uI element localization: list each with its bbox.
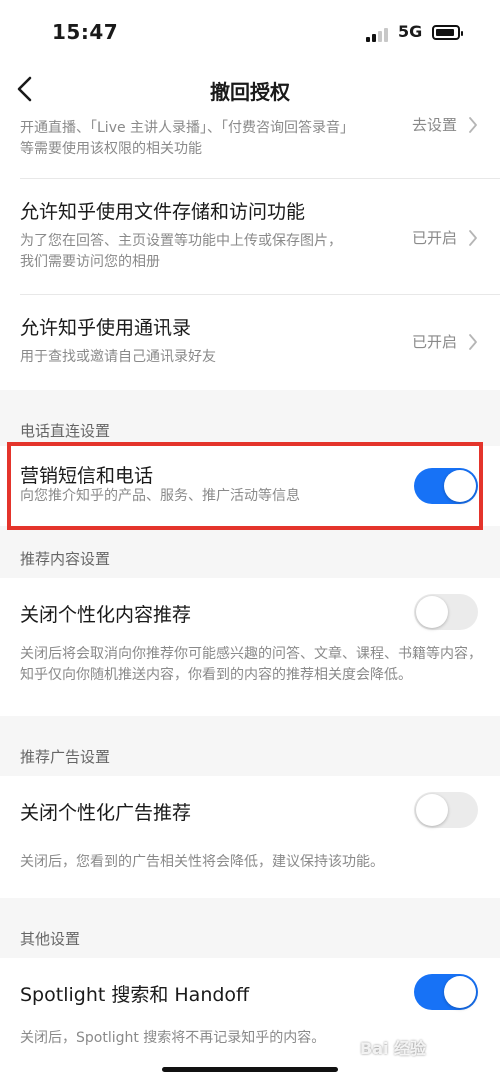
setting-desc: 关闭后将会取消向你推荐你可能感兴趣的问答、文章、课程、书籍等内容，知乎仅向你随机… (20, 646, 482, 683)
home-indicator (162, 1067, 338, 1072)
permission-status: 已开启 (412, 229, 458, 247)
spotlight-toggle[interactable] (414, 974, 478, 1010)
permission-desc: 用于查找或邀请自己通讯录好友 (20, 349, 216, 365)
status-time: 15:47 (52, 20, 119, 44)
battery-icon (432, 25, 463, 40)
page-title: 撤回授权 (210, 80, 290, 104)
setting-row-spotlight: Spotlight 搜索和 Handoff 关闭后，Spotlight 搜索将不… (0, 958, 500, 1083)
setting-desc: 关闭后，您看到的广告相关性将会降低，建议保持该功能。 (20, 854, 384, 870)
permission-title: 允许知乎使用通讯录 (20, 317, 192, 339)
setting-title: 营销短信和电话 (20, 465, 154, 487)
setting-title: Spotlight 搜索和 Handoff (20, 984, 250, 1006)
personalized-ads-toggle[interactable] (414, 792, 478, 828)
cellular-signal-icon (366, 27, 390, 42)
permission-desc: 为了您在回答、主页设置等功能中上传或保存图片，我们需要访问您的相册 (20, 233, 342, 270)
section-label-phone: 电话直连设置 (20, 422, 111, 440)
section-label-other: 其他设置 (20, 930, 81, 948)
setting-row-personalized-content: 关闭个性化内容推荐 关闭后将会取消向你推荐你可能感兴趣的问答、文章、课程、书籍等… (0, 578, 500, 716)
permissions-list: 开通直播、「Live 主讲人录播」、「付费咨询回答录音」等需要使用该权限的相关功… (0, 114, 500, 390)
section-label-ad: 推荐广告设置 (20, 748, 111, 766)
chevron-right-icon (469, 334, 477, 350)
permission-row-contacts[interactable]: 允许知乎使用通讯录 用于查找或邀请自己通讯录好友 已开启 (0, 295, 500, 390)
setting-title: 关闭个性化内容推荐 (20, 604, 192, 626)
status-bar: 15:47 5G (0, 0, 500, 64)
setting-title: 关闭个性化广告推荐 (20, 802, 192, 824)
permission-status: 已开启 (412, 333, 458, 351)
chevron-right-icon (469, 117, 477, 133)
chevron-right-icon (469, 230, 477, 246)
setting-desc: 向您推介知乎的产品、服务、推广活动等信息 (20, 488, 300, 504)
permission-status: 去设置 (412, 116, 458, 134)
permission-title: 允许知乎使用文件存储和访问功能 (20, 201, 306, 223)
personalized-content-toggle[interactable] (414, 594, 478, 630)
permission-row-storage[interactable]: 允许知乎使用文件存储和访问功能 为了您在回答、主页设置等功能中上传或保存图片，我… (0, 179, 500, 293)
marketing-toggle[interactable] (414, 468, 478, 504)
nav-bar: 撤回授权 (0, 64, 500, 114)
setting-row-personalized-ads: 关闭个性化广告推荐 关闭后，您看到的广告相关性将会降低，建议保持该功能。 (0, 776, 500, 898)
watermark: Bai 经验 (360, 1039, 427, 1058)
permission-desc: 开通直播、「Live 主讲人录播」、「付费咨询回答录音」等需要使用该权限的相关功… (20, 120, 348, 157)
setting-row-marketing: 营销短信和电话 向您推介知乎的产品、服务、推广活动等信息 (0, 446, 500, 526)
section-label-recommend: 推荐内容设置 (20, 550, 111, 568)
permission-row-live[interactable]: 开通直播、「Live 主讲人录播」、「付费咨询回答录音」等需要使用该权限的相关功… (0, 114, 500, 178)
network-type: 5G (398, 22, 423, 41)
